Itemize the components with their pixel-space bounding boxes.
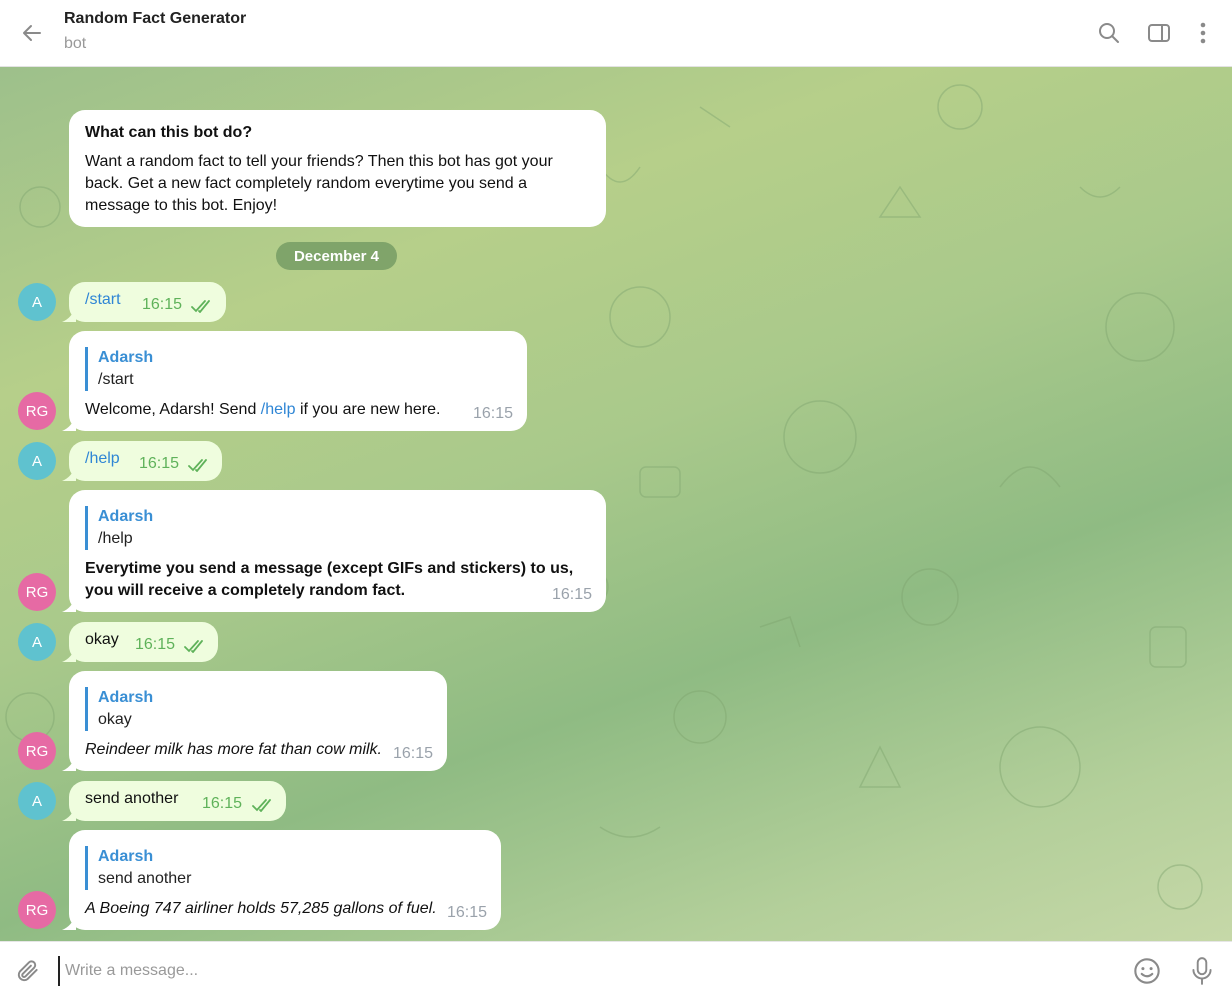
message-line-1: Everytime you send a message (except GIF… bbox=[85, 560, 574, 577]
message-bubble[interactable]: Adarsh okay Reindeer milk has more fat t… bbox=[62, 671, 447, 771]
message-bubble[interactable]: send another 16:15 bbox=[62, 781, 286, 821]
avatar[interactable]: RG bbox=[18, 392, 56, 430]
message-time: 16:15 bbox=[202, 795, 243, 812]
emoji-icon bbox=[1134, 958, 1160, 984]
chat-status: bot bbox=[64, 35, 87, 52]
bot-intro-card: What can this bot do? Want a random fact… bbox=[69, 110, 606, 227]
message-time: 16:15 bbox=[135, 636, 176, 653]
message-text: okay bbox=[85, 631, 119, 648]
back-arrow-icon bbox=[23, 25, 41, 41]
more-vertical-icon bbox=[1200, 22, 1206, 44]
voice-record-button[interactable] bbox=[1186, 954, 1218, 988]
reply-text: okay bbox=[98, 711, 132, 728]
double-check-icon bbox=[184, 640, 203, 653]
bubble-tail bbox=[62, 755, 76, 771]
bubble-tail bbox=[62, 646, 76, 662]
reply-author: Adarsh bbox=[98, 508, 154, 525]
bubble-tail bbox=[62, 465, 76, 481]
attach-button[interactable] bbox=[12, 955, 44, 987]
avatar[interactable]: A bbox=[18, 782, 56, 820]
search-icon bbox=[1099, 23, 1119, 43]
back-button[interactable] bbox=[14, 16, 50, 50]
message-bubble[interactable]: Adarsh /start Welcome, Adarsh! Send /hel… bbox=[62, 331, 527, 431]
message-time: 16:15 bbox=[142, 296, 183, 313]
reply-author: Adarsh bbox=[98, 848, 154, 865]
sidebar-toggle-icon bbox=[1148, 24, 1170, 42]
message-line-2: you will receive a completely random fac… bbox=[85, 582, 406, 599]
message-bubble[interactable]: Adarsh /help Everytime you send a messag… bbox=[62, 490, 606, 612]
intro-text: Want a random fact to tell your friends?… bbox=[85, 153, 553, 214]
command-link[interactable]: /help bbox=[261, 401, 296, 418]
reply-text: /start bbox=[98, 371, 134, 388]
message-bubble[interactable]: okay 16:15 bbox=[62, 622, 218, 662]
bubble-tail bbox=[62, 914, 76, 930]
avatar[interactable]: A bbox=[18, 442, 56, 480]
message-time: 16:15 bbox=[552, 586, 593, 603]
reply-quote[interactable]: Adarsh /start bbox=[85, 347, 153, 391]
reply-quote[interactable]: Adarsh send another bbox=[85, 846, 191, 890]
message-text-part: if you are new here. bbox=[295, 401, 441, 418]
reply-quote[interactable]: Adarsh /help bbox=[85, 506, 153, 550]
message-text: /help bbox=[85, 450, 120, 467]
avatar[interactable]: A bbox=[18, 283, 56, 321]
message-composer bbox=[0, 941, 1232, 998]
double-check-icon bbox=[188, 459, 207, 472]
message-time: 16:15 bbox=[393, 745, 434, 762]
reply-quote[interactable]: Adarsh okay bbox=[85, 687, 153, 731]
sidebar-toggle-button[interactable] bbox=[1144, 18, 1174, 48]
paperclip-icon bbox=[17, 960, 38, 982]
message-time: 16:15 bbox=[473, 405, 514, 422]
message-text-part: Welcome, Adarsh! Send bbox=[85, 401, 261, 418]
message-text: A Boeing 747 airliner holds 57,285 gallo… bbox=[85, 900, 437, 917]
message-list[interactable]: What can this bot do? Want a random fact… bbox=[0, 67, 1232, 941]
message-bubble[interactable]: /help 16:15 bbox=[62, 441, 222, 481]
message-text: /start bbox=[85, 291, 121, 308]
message-time: 16:15 bbox=[447, 904, 488, 921]
message-input[interactable] bbox=[58, 956, 1098, 986]
message-text: Welcome, Adarsh! Send /help if you are n… bbox=[85, 399, 440, 421]
reply-author: Adarsh bbox=[98, 689, 154, 706]
message-time: 16:15 bbox=[139, 455, 180, 472]
chat-title[interactable]: Random Fact Generator bbox=[64, 10, 246, 28]
microphone-icon bbox=[1192, 957, 1212, 985]
search-button[interactable] bbox=[1094, 18, 1124, 48]
message-bubble[interactable]: Adarsh send another A Boeing 747 airline… bbox=[62, 830, 501, 930]
date-separator: December 4 bbox=[276, 242, 397, 270]
message-text: Reindeer milk has more fat than cow milk… bbox=[85, 741, 382, 758]
avatar[interactable]: RG bbox=[18, 732, 56, 770]
message-text: send another bbox=[85, 790, 179, 807]
bubble-tail bbox=[62, 415, 76, 431]
reply-author: Adarsh bbox=[98, 349, 154, 366]
chat-header: Random Fact Generator bot bbox=[0, 0, 1232, 67]
emoji-button[interactable] bbox=[1131, 955, 1163, 987]
double-check-icon bbox=[252, 799, 271, 812]
bubble-tail bbox=[62, 306, 76, 322]
more-menu-button[interactable] bbox=[1188, 18, 1218, 48]
bubble-tail bbox=[62, 596, 76, 612]
reply-text: send another bbox=[98, 870, 192, 887]
message-bubble[interactable]: /start 16:15 bbox=[62, 282, 226, 322]
reply-text: /help bbox=[98, 530, 133, 547]
bubble-tail bbox=[62, 805, 76, 821]
avatar[interactable]: RG bbox=[18, 573, 56, 611]
avatar[interactable]: RG bbox=[18, 891, 56, 929]
intro-title: What can this bot do? bbox=[85, 124, 253, 141]
double-check-icon bbox=[191, 300, 210, 313]
avatar[interactable]: A bbox=[18, 623, 56, 661]
